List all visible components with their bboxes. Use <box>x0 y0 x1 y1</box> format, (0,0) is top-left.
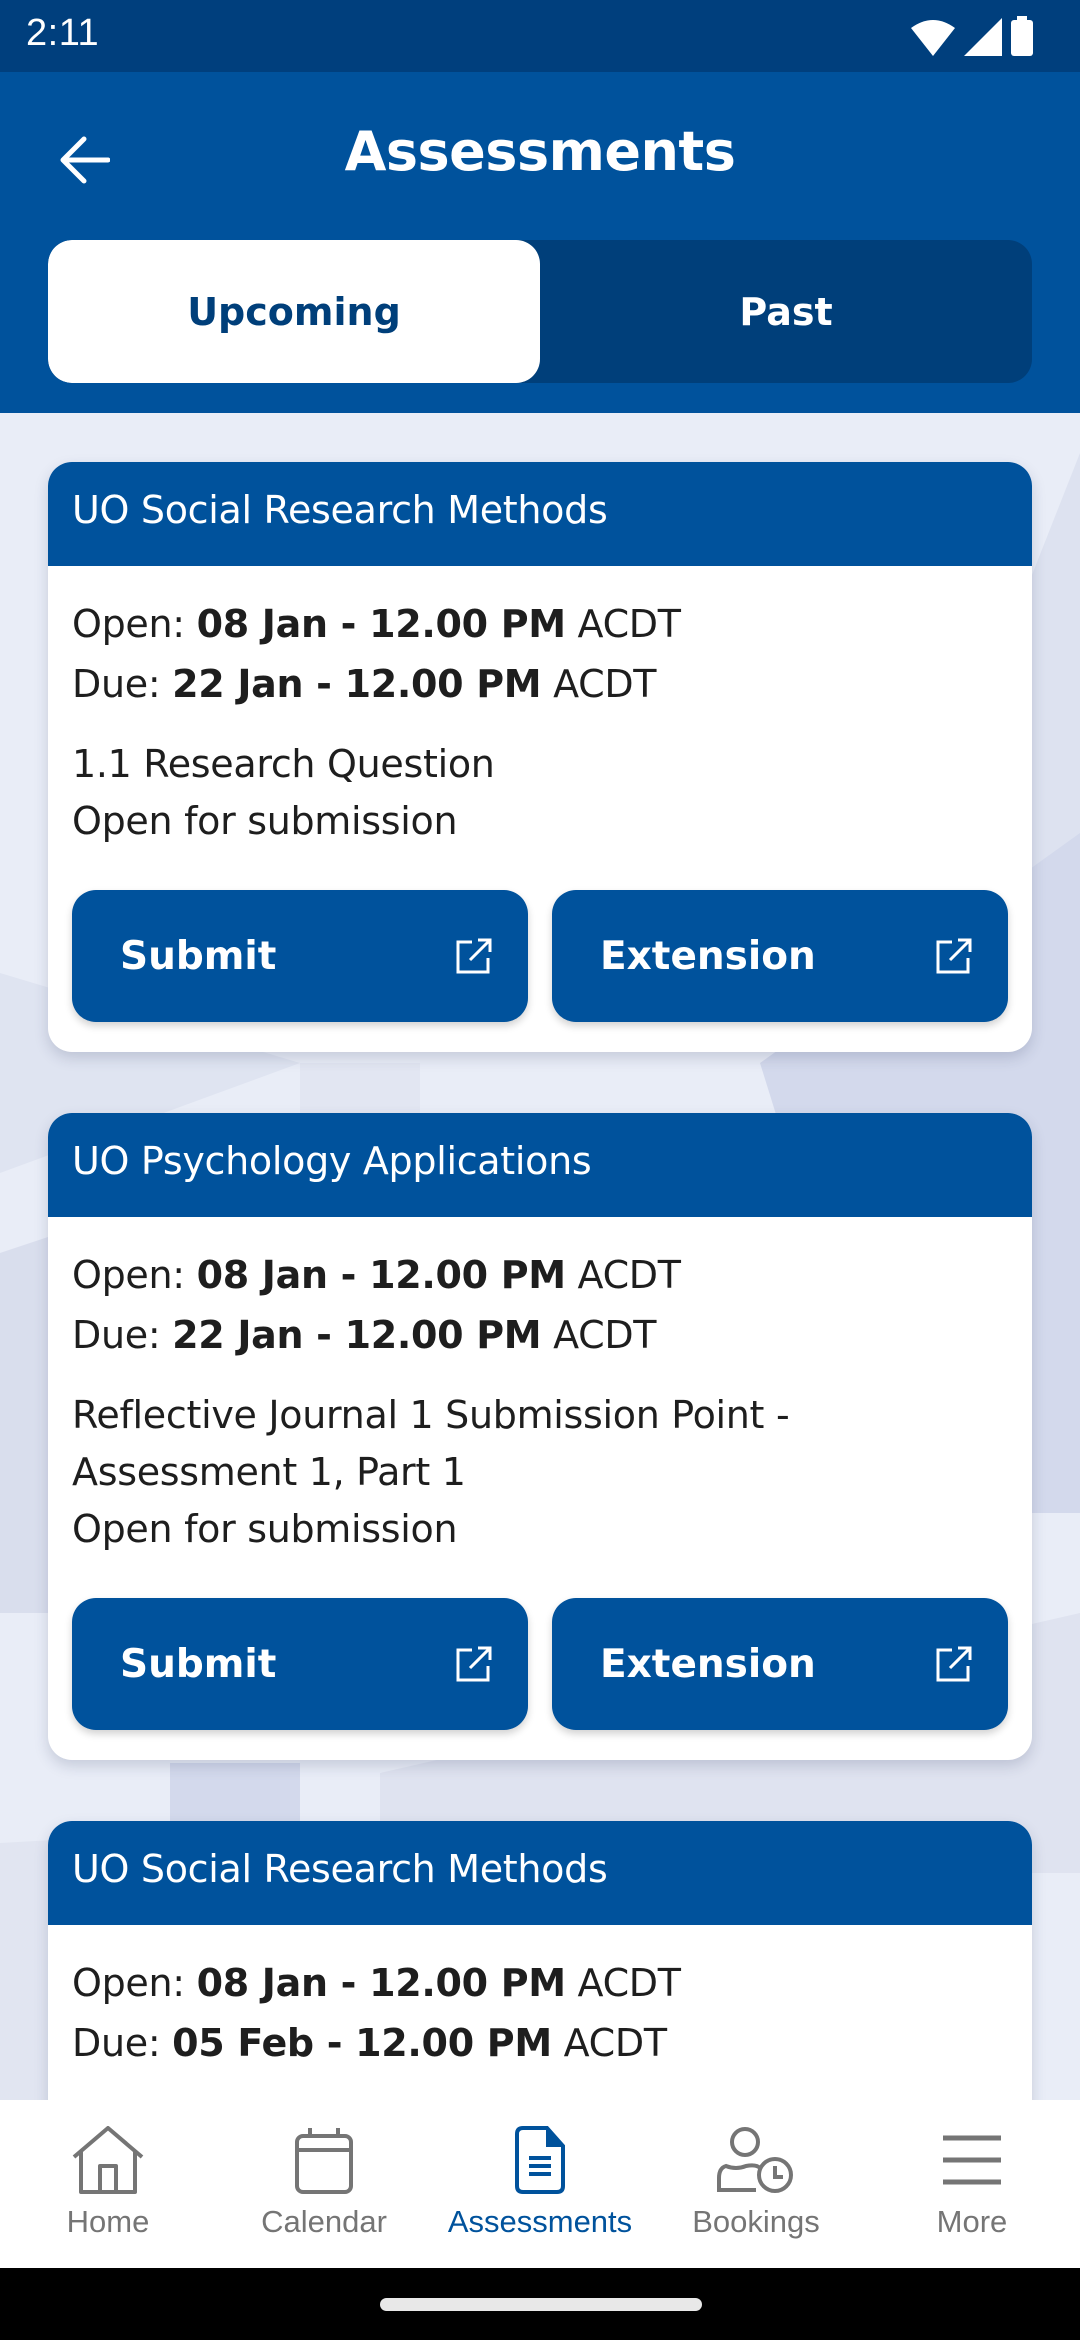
nav-home[interactable]: Home <box>0 2100 216 2268</box>
extension-button[interactable]: Extension <box>552 1598 1008 1730</box>
external-link-icon <box>936 1646 972 1682</box>
assessment-title: Reflective Journal 1 Submission Point - … <box>72 1393 790 1494</box>
tab-upcoming[interactable]: Upcoming <box>48 240 540 383</box>
assessment-title: 1.1 Research Question <box>72 742 495 786</box>
nav-calendar[interactable]: Calendar <box>216 2100 432 2268</box>
due-date: Due: 05 Feb - 12.00 PM ACDT <box>72 2021 667 2065</box>
app-bar: Assessments Upcoming Past <box>0 72 1080 413</box>
home-icon <box>72 2126 144 2194</box>
extension-button[interactable]: Extension <box>552 890 1008 1022</box>
assessment-status: Open for submission <box>72 799 458 843</box>
nav-bookings[interactable]: Bookings <box>648 2100 864 2268</box>
external-link-icon <box>936 938 972 974</box>
person-clock-icon <box>717 2127 793 2193</box>
tab-bar: Upcoming Past <box>48 240 1032 383</box>
tab-past[interactable]: Past <box>540 240 1032 383</box>
due-date: Due: 22 Jan - 12.00 PM ACDT <box>72 662 657 706</box>
nav-more[interactable]: More <box>864 2100 1080 2268</box>
external-link-icon <box>456 1646 492 1682</box>
submit-button[interactable]: Submit <box>72 1598 528 1730</box>
course-name: UO Social Research Methods <box>48 1821 1032 1925</box>
assessment-card: UO Social Research Methods Open: 08 Jan … <box>48 462 1032 1052</box>
calendar-icon <box>295 2128 353 2194</box>
assessment-card: UO Psychology Applications Open: 08 Jan … <box>48 1113 1032 1760</box>
assessment-status: Open for submission <box>72 1507 458 1551</box>
status-time: 2:11 <box>26 12 100 54</box>
nav-assessments[interactable]: Assessments <box>432 2100 648 2268</box>
home-indicator[interactable] <box>380 2298 702 2311</box>
open-date: Open: 08 Jan - 12.00 PM ACDT <box>72 1961 681 2005</box>
due-date: Due: 22 Jan - 12.00 PM ACDT <box>72 1313 657 1357</box>
wifi-icon <box>911 20 955 56</box>
open-date: Open: 08 Jan - 12.00 PM ACDT <box>72 1253 681 1297</box>
submit-button[interactable]: Submit <box>72 890 528 1022</box>
bottom-navigation: Home Calendar Assessments Bookings More <box>0 2100 1080 2268</box>
open-date: Open: 08 Jan - 12.00 PM ACDT <box>72 602 681 646</box>
status-bar: 2:11 <box>0 0 1080 72</box>
document-icon <box>515 2126 565 2194</box>
battery-icon <box>1011 16 1033 56</box>
system-navigation-bar <box>0 2268 1080 2340</box>
signal-icon <box>964 18 1002 56</box>
course-name: UO Psychology Applications <box>48 1113 1032 1217</box>
page-title: Assessments <box>344 120 736 183</box>
menu-icon <box>943 2135 1001 2185</box>
external-link-icon <box>456 938 492 974</box>
course-name: UO Social Research Methods <box>48 462 1032 566</box>
